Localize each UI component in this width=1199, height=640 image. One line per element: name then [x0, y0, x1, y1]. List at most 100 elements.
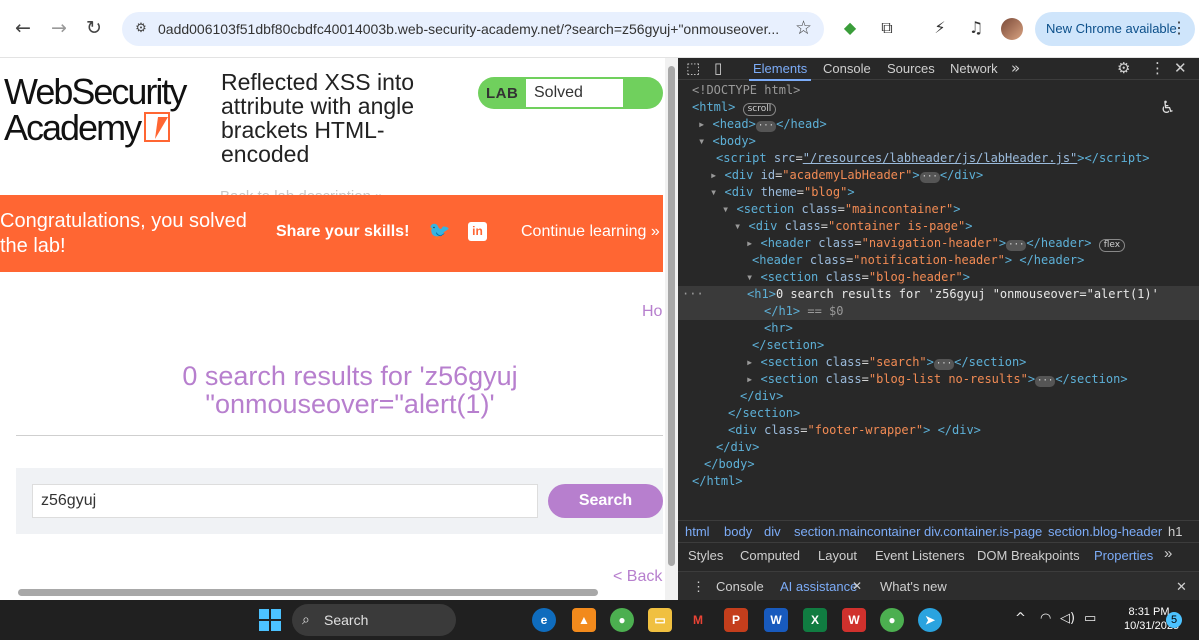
tab-console[interactable]: Console: [823, 61, 871, 76]
performance-icon[interactable]: ⚡: [928, 16, 952, 40]
powerpoint-icon[interactable]: P: [724, 608, 748, 632]
dom-line[interactable]: <script src="/resources/labheader/js/lab…: [678, 150, 1199, 167]
dom-line[interactable]: ▸ <header class="navigation-header"> ··· <…: [678, 235, 1199, 252]
crumb-maincontainer[interactable]: section.maincontainer: [794, 524, 920, 539]
dom-line[interactable]: ▾ <body>: [678, 133, 1199, 150]
file-explorer-icon[interactable]: ▭: [648, 608, 672, 632]
subtab-properties[interactable]: Properties: [1094, 548, 1153, 563]
dom-line[interactable]: </section>: [678, 405, 1199, 422]
search-form: z56gyuj Search: [16, 468, 663, 534]
new-chrome-button[interactable]: New Chrome available ⋮: [1035, 12, 1195, 46]
drawer-menu-icon[interactable]: ⋮: [692, 579, 705, 595]
tab-sources[interactable]: Sources: [887, 61, 935, 76]
dom-line[interactable]: ▸ <head> ··· </head>: [678, 116, 1199, 133]
drawer-tab-console[interactable]: Console: [716, 579, 764, 594]
dom-line[interactable]: <hr>: [678, 320, 1199, 337]
forward-icon[interactable]: →: [48, 17, 70, 39]
dom-line[interactable]: <!DOCTYPE html>: [678, 82, 1199, 99]
chrome-active-icon[interactable]: ●: [880, 608, 904, 632]
dom-line[interactable]: ▸ <section class="search"> ··· </section>: [678, 354, 1199, 371]
telegram-icon[interactable]: ➤: [918, 608, 942, 632]
continue-learning-link[interactable]: Continue learning »: [521, 223, 660, 241]
vlc-icon[interactable]: ▲: [572, 608, 596, 632]
settings-gear-icon[interactable]: ⚙: [1117, 59, 1130, 77]
congrats-text: Congratulations, you solved the lab!: [0, 210, 247, 257]
dom-line[interactable]: ▸ <section class="blog-list no-results">…: [678, 371, 1199, 388]
notification-badge[interactable]: 5: [1166, 612, 1182, 628]
crumb-h1[interactable]: h1: [1168, 524, 1182, 539]
dom-line[interactable]: </div>: [678, 439, 1199, 456]
crumb-div[interactable]: div: [764, 524, 781, 539]
close-drawer-icon[interactable]: ✕: [1176, 579, 1187, 595]
device-toolbar-icon[interactable]: ▯: [714, 59, 722, 77]
logo-line2: Academy: [4, 107, 142, 148]
more-tabs-icon[interactable]: »: [1011, 59, 1020, 77]
back-link[interactable]: < Back: [613, 568, 662, 586]
accessibility-icon[interactable]: ♿: [1160, 98, 1175, 118]
horizontal-scrollbar[interactable]: [0, 585, 665, 597]
dom-line[interactable]: </html>: [678, 473, 1199, 490]
dom-line[interactable]: ▾ <div theme="blog">: [678, 184, 1199, 201]
linkedin-icon[interactable]: in: [468, 222, 487, 241]
crumb-body[interactable]: body: [724, 524, 752, 539]
battery-icon[interactable]: ▭: [1084, 611, 1096, 626]
close-devtools-icon[interactable]: ✕: [1174, 59, 1187, 77]
home-link[interactable]: Ho: [642, 303, 662, 321]
chrome-icon[interactable]: ●: [610, 608, 634, 632]
subtab-computed[interactable]: Computed: [740, 548, 800, 563]
search-input[interactable]: z56gyuj: [32, 484, 538, 518]
search-button[interactable]: Search: [548, 484, 663, 518]
drawer-tab-ai-assistance[interactable]: AI assistance: [780, 579, 857, 594]
tray-chevron-icon[interactable]: ^: [1015, 611, 1026, 626]
tab-elements[interactable]: Elements: [748, 61, 812, 81]
dom-line[interactable]: ▾ <div class="container is-page">: [678, 218, 1199, 235]
wifi-icon[interactable]: ◠: [1040, 611, 1051, 626]
more-subtabs-icon[interactable]: »: [1164, 545, 1172, 562]
dom-line[interactable]: </div>: [678, 388, 1199, 405]
subtab-event-listeners[interactable]: Event Listeners: [875, 548, 965, 563]
edge-icon[interactable]: e: [532, 608, 556, 632]
vertical-scrollbar[interactable]: [665, 58, 678, 600]
dom-line[interactable]: ▾ <section class="blog-header">: [678, 269, 1199, 286]
crumb-container[interactable]: div.container.is-page: [924, 524, 1042, 539]
chrome-menu-icon[interactable]: ⋮: [1171, 12, 1187, 46]
dom-line[interactable]: ▾ <section class="maincontainer">: [678, 201, 1199, 218]
academy-logo[interactable]: WebSecurity Academy: [4, 74, 204, 146]
dom-line[interactable]: </section>: [678, 337, 1199, 354]
excel-icon[interactable]: X: [803, 608, 827, 632]
site-info-icon[interactable]: ⚙: [130, 18, 152, 40]
subtab-layout[interactable]: Layout: [818, 548, 857, 563]
media-controls-icon[interactable]: ♫: [964, 16, 988, 40]
profile-avatar[interactable]: [1001, 18, 1023, 40]
inspect-element-icon[interactable]: ⬚: [686, 59, 700, 77]
windows-start-icon[interactable]: [259, 609, 281, 631]
dom-line-selected[interactable]: </h1> == $0: [678, 303, 1199, 320]
taskbar-search[interactable]: ⌕ Search: [292, 604, 456, 636]
address-bar[interactable]: ⚙ 0add006103f51dbf80cbdfc40014003b.web-s…: [122, 12, 824, 46]
subtab-styles[interactable]: Styles: [688, 548, 723, 563]
browser-toolbar: ← → ↻ ⚙ 0add006103f51dbf80cbdfc40014003b…: [0, 0, 1199, 58]
tab-network[interactable]: Network: [950, 61, 998, 76]
drawer-tab-whats-new[interactable]: What's new: [880, 579, 947, 594]
word-icon[interactable]: W: [764, 608, 788, 632]
dom-line[interactable]: ▸ <div id="academyLabHeader"> ··· </div>: [678, 167, 1199, 184]
gmail-icon[interactable]: M: [686, 608, 710, 632]
crumb-blog-header[interactable]: section.blog-header: [1048, 524, 1162, 539]
devtools-menu-icon[interactable]: ⋮: [1150, 59, 1165, 77]
wps-icon[interactable]: W: [842, 608, 866, 632]
crumb-html[interactable]: html: [685, 524, 710, 539]
twitter-icon[interactable]: 🐦: [428, 221, 450, 242]
close-tab-icon[interactable]: ✕: [852, 579, 862, 593]
dom-line[interactable]: <html> scroll: [678, 99, 1199, 116]
dom-line[interactable]: <div class="footer-wrapper"> </div>: [678, 422, 1199, 439]
back-icon[interactable]: ←: [12, 17, 34, 39]
dom-line[interactable]: <header class="notification-header"> </h…: [678, 252, 1199, 269]
extension-icon[interactable]: ◆: [838, 16, 862, 40]
bookmark-star-icon[interactable]: ☆: [795, 17, 812, 39]
reload-icon[interactable]: ↻: [83, 17, 105, 39]
extensions-puzzle-icon[interactable]: ⧉: [875, 16, 899, 40]
volume-icon[interactable]: ◁): [1060, 611, 1075, 626]
subtab-dom-breakpoints[interactable]: DOM Breakpoints: [977, 548, 1080, 563]
dom-line-selected[interactable]: ··· <h1>0 search results for 'z56gyuj "o…: [678, 286, 1199, 303]
dom-line[interactable]: </body>: [678, 456, 1199, 473]
